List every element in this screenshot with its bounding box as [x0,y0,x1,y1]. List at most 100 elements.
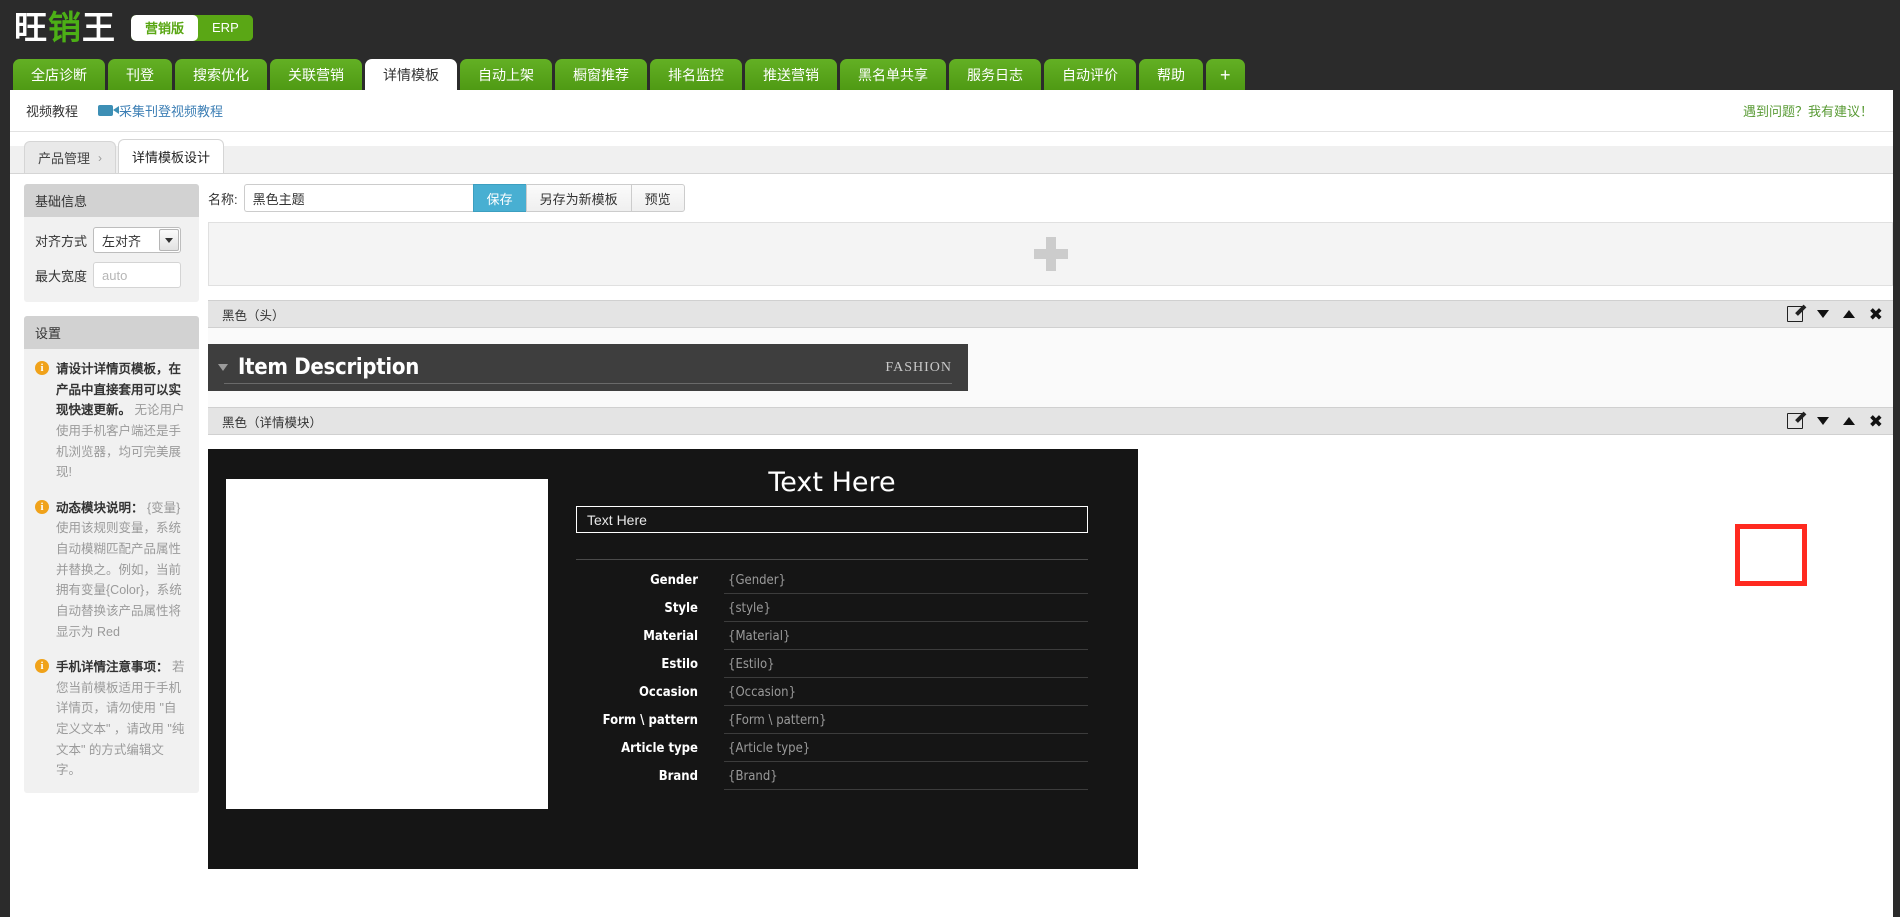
tip-0: i 请设计详情页模板，在产品中直接套用可以实现快速更新。 无论用户使用手机客户端… [35,359,188,483]
spec-value: {Occasion} [724,677,1088,706]
preview-button[interactable]: 预览 [630,184,685,212]
spec-value: {style} [724,593,1088,622]
save-button[interactable]: 保存 [472,184,527,212]
nav-tab-8[interactable]: 推送营销 [745,59,837,90]
template-toolbar: 名称: 保存 另存为新模板 预览 [208,174,1893,222]
module-detail: 黑色（详情模块） ✖ Text Here Text Here Gender {G… [208,407,1893,869]
video-camera-icon [98,105,120,116]
table-row: Gender {Gender} [576,566,1088,594]
tip-0-text: 请设计详情页模板，在产品中直接套用可以实现快速更新。 无论用户使用手机客户端还是… [56,359,188,483]
maxwidth-field-row: 最大宽度 [35,262,188,288]
nav-tab-10[interactable]: 服务日志 [949,59,1041,90]
breadcrumb-current-tab[interactable]: 详情模板设计 [118,139,225,173]
add-module-dropzone[interactable] [208,222,1893,286]
save-as-new-template-button[interactable]: 另存为新模板 [525,184,632,212]
edition-erp-button[interactable]: ERP [198,14,253,41]
nav-tab-0[interactable]: 全店诊断 [13,59,105,90]
feedback-link[interactable]: 遇到问题？我有建议！ [1743,101,1873,120]
spec-key: Gender [650,573,698,589]
align-select[interactable]: 左对齐 [93,227,181,253]
template-name-input[interactable] [243,184,474,212]
item-description-banner: Item Description FASHION [208,344,968,391]
basic-info-panel: 基础信息 对齐方式 左对齐 最大宽度 [24,184,199,302]
table-row: Brand {Brand} [576,761,1088,790]
table-row: Occasion {Occasion} [576,677,1088,706]
spec-table: Gender {Gender} Style {style} Material {… [576,566,1088,790]
info-icon: i [35,499,49,514]
module-detail-tools: ✖ [1786,413,1883,430]
nav-tab-5[interactable]: 自动上架 [460,59,552,90]
edition-marketing-button[interactable]: 营销版 [131,14,199,41]
module-detail-close-icon[interactable]: ✖ [1869,413,1883,430]
detail-title: Text Here [768,467,896,498]
spec-value: {Gender} [724,566,1088,594]
module-head-tools: ✖ [1786,306,1883,323]
tip-1: i 动态模块说明： {变量}使用该规则变量，系统自动模糊匹配产品属性并替换之。例… [35,498,188,642]
align-field-row: 对齐方式 左对齐 [35,227,188,253]
nav-tab-2[interactable]: 搜索优化 [175,59,267,90]
breadcrumb-parent-label: 产品管理 [38,151,91,166]
table-row: Article type {Article type} [576,733,1088,762]
maxwidth-input[interactable] [93,262,181,288]
nav-tab-11[interactable]: 自动评价 [1044,59,1136,90]
spec-key: Style [664,601,698,616]
module-head-move-up-icon[interactable] [1842,310,1855,318]
breadcrumb-parent-tab[interactable]: 产品管理 › [24,141,117,173]
spec-key: Article type [621,741,698,756]
tip-1-strong: 动态模块说明： [56,500,144,515]
module-detail-move-down-icon[interactable] [1816,417,1829,425]
template-name-label: 名称: [208,191,238,207]
breadcrumb: 产品管理 › 详情模板设计 [10,132,1893,174]
module-head-move-down-icon[interactable] [1816,310,1829,318]
module-head: 黑色（头） ✖ Item Description FASHION [208,300,1893,407]
logo-char-3: 王 [82,8,116,47]
nav-add-tab-button[interactable]: + [1206,59,1245,90]
basic-info-title: 基础信息 [24,184,199,217]
module-head-close-icon[interactable]: ✖ [1869,306,1883,323]
spec-value: {Form \ pattern} [724,705,1088,734]
spec-key: Material [643,629,698,644]
tip-2-sub: 若您当前模板适用于手机详情页，请勿使用 "自定义文本" ，请改用 "纯文本" 的… [56,660,185,778]
tip-2: i 手机详情注意事项： 若您当前模板适用于手机详情页，请勿使用 "自定义文本" … [35,657,188,781]
nav-tab-3[interactable]: 关联营销 [270,59,362,90]
nav-tab-1[interactable]: 刊登 [108,59,172,90]
info-icon: i [35,659,49,674]
tip-2-text: 手机详情注意事项： 若您当前模板适用于手机详情页，请勿使用 "自定义文本" ，请… [56,657,188,781]
module-detail-edit-icon[interactable] [1786,413,1803,429]
tutorial-video-link[interactable]: 采集刊登视频教程 [98,101,223,120]
basic-info-body: 对齐方式 左对齐 最大宽度 [24,217,199,302]
tip-1-sub: {变量}使用该规则变量，系统自动模糊匹配产品属性并替换之。例如，当前拥有变量{C… [56,500,182,639]
nav-tab-7[interactable]: 排名监控 [650,59,742,90]
spec-key: Form \ pattern [602,713,698,728]
nav-tab-9[interactable]: 黑名单共享 [840,59,946,90]
module-head-edit-icon[interactable] [1786,306,1803,322]
content-shell: 视频教程 采集刊登视频教程 遇到问题？我有建议！ 产品管理 › 详情模板设计 基… [10,90,1893,917]
info-icon: i [35,361,49,375]
nav-tab-4-active[interactable]: 详情模板 [365,59,457,90]
tip-1-text: 动态模块说明： {变量}使用该规则变量，系统自动模糊匹配产品属性并替换之。例如，… [56,498,188,642]
tutorial-label: 视频教程 [26,104,79,119]
main-nav-tabs: 全店诊断 刊登 搜索优化 关联营销 详情模板 自动上架 橱窗推荐 排名监控 推送… [0,55,1900,90]
logo-char-2: 销 [48,8,82,47]
module-detail-title: 黑色（详情模块） [222,415,323,430]
detail-divider [576,559,1088,560]
module-head-title: 黑色（头） [222,308,285,323]
align-select-value: 左对齐 [102,233,142,249]
chevron-down-icon[interactable] [159,229,179,251]
table-row: Form \ pattern {Form \ pattern} [576,705,1088,734]
module-detail-move-up-icon[interactable] [1842,417,1855,425]
window-scrollbar[interactable] [1893,0,1900,917]
body-split: 基础信息 对齐方式 左对齐 最大宽度 设置 [10,174,1893,917]
module-detail-preview: Text Here Text Here Gender {Gender} Styl… [208,449,1138,869]
nav-tab-6[interactable]: 橱窗推荐 [555,59,647,90]
spec-value: {Material} [724,621,1088,650]
nav-tab-12[interactable]: 帮助 [1139,59,1203,90]
tip-2-strong: 手机详情注意事项： [56,660,169,675]
detail-spec-column: Text Here Text Here Gender {Gender} Styl… [548,461,1138,869]
settings-panel: 设置 i 请设计详情页模板，在产品中直接套用可以实现快速更新。 无论用户使用手机… [24,316,199,793]
product-image-placeholder [226,479,548,809]
spec-key: Brand [658,769,698,784]
spec-value: {Estilo} [724,649,1088,678]
edition-switch[interactable]: 营销版 ERP [131,14,253,41]
table-row: Material {Material} [576,621,1088,650]
